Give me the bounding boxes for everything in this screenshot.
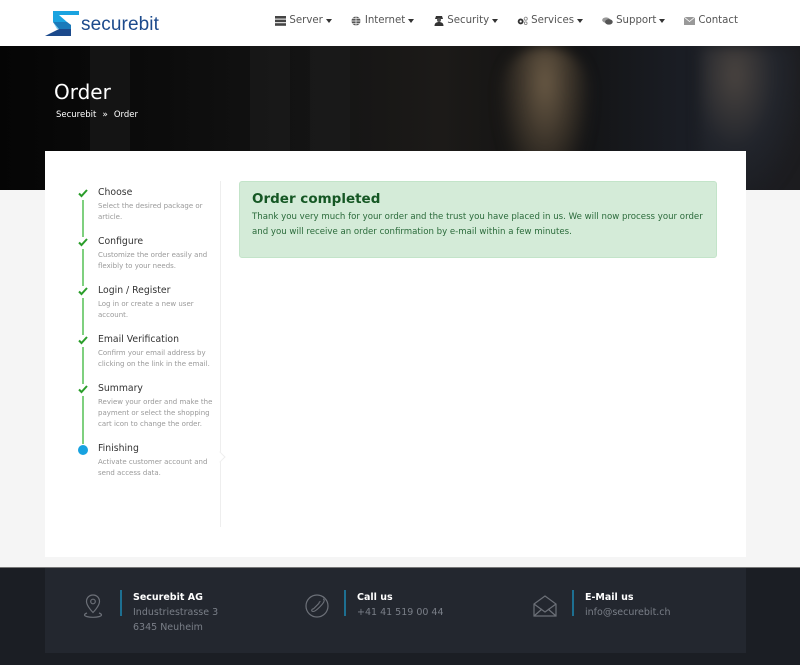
nav-support-label: Support: [616, 15, 657, 26]
alert-title: Order completed: [252, 191, 381, 207]
phone-number[interactable]: +41 41 519 00 44: [357, 605, 444, 620]
step-description-line: send access data.: [98, 469, 161, 477]
steps-divider: [220, 181, 221, 527]
check-icon: [78, 238, 88, 247]
footer-contact-bar: Securebit AG Industriestrasse 3 6345 Neu…: [45, 568, 746, 653]
step-description-line: article.: [98, 213, 123, 221]
step-description-line: flexibly to your needs.: [98, 262, 177, 270]
check-icon: [78, 336, 88, 345]
nav-server-label: Server: [289, 15, 323, 26]
nav-security[interactable]: Security: [433, 15, 499, 26]
progress-line: [82, 396, 84, 444]
email-us-label: E-Mail us: [585, 592, 634, 603]
step-title: Choose: [98, 187, 133, 198]
envelope-open-icon: [533, 595, 557, 617]
step-title: Summary: [98, 383, 143, 394]
breadcrumb-separator-icon: »: [102, 110, 108, 120]
order-completed-alert: Order completed Thank you very much for …: [239, 181, 717, 258]
globe-icon: [351, 16, 362, 26]
user-secret-icon: [433, 16, 444, 26]
step-title: Login / Register: [98, 285, 171, 296]
step-description-line: Select the desired package or: [98, 202, 203, 210]
nav-internet-label: Internet: [364, 15, 406, 26]
call-us-label: Call us: [357, 592, 393, 603]
order-step: Configure Customize the order easily and f…: [75, 236, 225, 286]
step-description: Select the desired package or article.: [98, 201, 225, 223]
brand-name: securebit: [81, 14, 159, 35]
check-icon: [78, 385, 88, 394]
step-description-line: cart icon to change the order.: [98, 420, 202, 428]
caret-down-icon: [492, 18, 499, 23]
email-address[interactable]: info@securebit.ch: [585, 605, 671, 620]
check-icon: [78, 189, 88, 198]
nav-contact[interactable]: Contact: [684, 15, 738, 26]
step-description-line: Confirm your email address by: [98, 349, 206, 357]
step-description-line: Review your order and make the: [98, 398, 213, 406]
order-step: Choose Select the desired package or artic…: [75, 187, 225, 237]
step-title: Configure: [98, 236, 144, 247]
order-step: Finishing Activate customer account and se…: [75, 443, 225, 483]
footer: Securebit AG Industriestrasse 3 6345 Neu…: [0, 567, 800, 665]
caret-down-icon: [659, 18, 666, 23]
nav-security-label: Security: [447, 15, 490, 26]
progress-line: [82, 200, 84, 237]
address-city: 6345 Neuheim: [133, 622, 203, 633]
step-description: Review your order and make the payment or…: [98, 397, 225, 430]
accent-bar: [572, 590, 574, 616]
step-title: Finishing: [98, 443, 139, 454]
nav-services-label: Services: [531, 15, 575, 26]
breadcrumb-current: Order: [113, 110, 138, 120]
step-description-line: account.: [98, 311, 129, 319]
caret-down-icon: [325, 18, 332, 23]
step-description-line: Log in or create a new user: [98, 300, 194, 308]
caret-down-icon: [577, 18, 584, 23]
footer-address: Securebit AG Industriestrasse 3 6345 Neu…: [80, 590, 218, 635]
nav-internet[interactable]: Internet: [351, 15, 415, 26]
nav-server[interactable]: Server: [275, 15, 332, 26]
order-step: Email Verification Confirm your email add…: [75, 334, 225, 384]
alert-message: Thank you very much for your order and t…: [252, 212, 703, 237]
order-card: Choose Select the desired package or artic…: [45, 151, 746, 557]
phone-icon: [305, 594, 329, 618]
cogs-icon: [517, 16, 528, 26]
breadcrumb: Securebit » Order: [56, 110, 138, 120]
footer-email: E-Mail us info@securebit.ch: [532, 590, 671, 620]
step-description-line: Customize the order easily and: [98, 251, 208, 259]
top-navbar: securebit Server Internet Security Servi…: [0, 0, 800, 46]
brand-logo[interactable]: securebit: [45, 10, 159, 36]
step-description: Log in or create a new user account.: [98, 299, 225, 321]
nav-contact-label: Contact: [698, 15, 738, 26]
progress-line: [82, 249, 84, 286]
nav-support[interactable]: Support: [602, 15, 666, 26]
step-description-line: clicking on the link in the email.: [98, 360, 210, 368]
step-description: Customize the order easily and flexibly t…: [98, 250, 225, 272]
check-icon: [78, 287, 88, 296]
step-description: Confirm your email address by clicking on…: [98, 348, 225, 370]
order-step: Login / Register Log in or create a new u…: [75, 285, 225, 335]
step-title: Email Verification: [98, 334, 179, 345]
current-step-dot-icon: [78, 445, 88, 455]
breadcrumb-home[interactable]: Securebit: [56, 110, 96, 120]
progress-line: [82, 298, 84, 335]
securebit-logo-icon: [45, 10, 79, 36]
accent-bar: [344, 590, 346, 616]
address-street: Industriestrasse 3: [133, 607, 219, 618]
main-nav: Server Internet Security Services Suppor…: [256, 15, 738, 26]
comments-icon: [602, 16, 613, 26]
nav-services[interactable]: Services: [517, 15, 584, 26]
step-description-line: payment or select the shopping: [98, 409, 210, 417]
footer-phone: Call us +41 41 519 00 44: [304, 590, 444, 620]
accent-bar: [120, 590, 122, 616]
page-title: Order: [54, 80, 111, 104]
caret-down-icon: [408, 18, 415, 23]
envelope-icon: [684, 16, 696, 26]
step-description-line: Activate customer account and: [98, 458, 208, 466]
map-marker-icon: [83, 594, 103, 618]
order-step: Summary Review your order and make the pay…: [75, 383, 225, 444]
progress-line: [82, 347, 84, 384]
step-description: Activate customer account and send access…: [98, 457, 225, 479]
company-name: Securebit AG: [133, 592, 203, 603]
server-icon: [275, 15, 287, 26]
order-steps: Choose Select the desired package or artic…: [75, 187, 225, 483]
